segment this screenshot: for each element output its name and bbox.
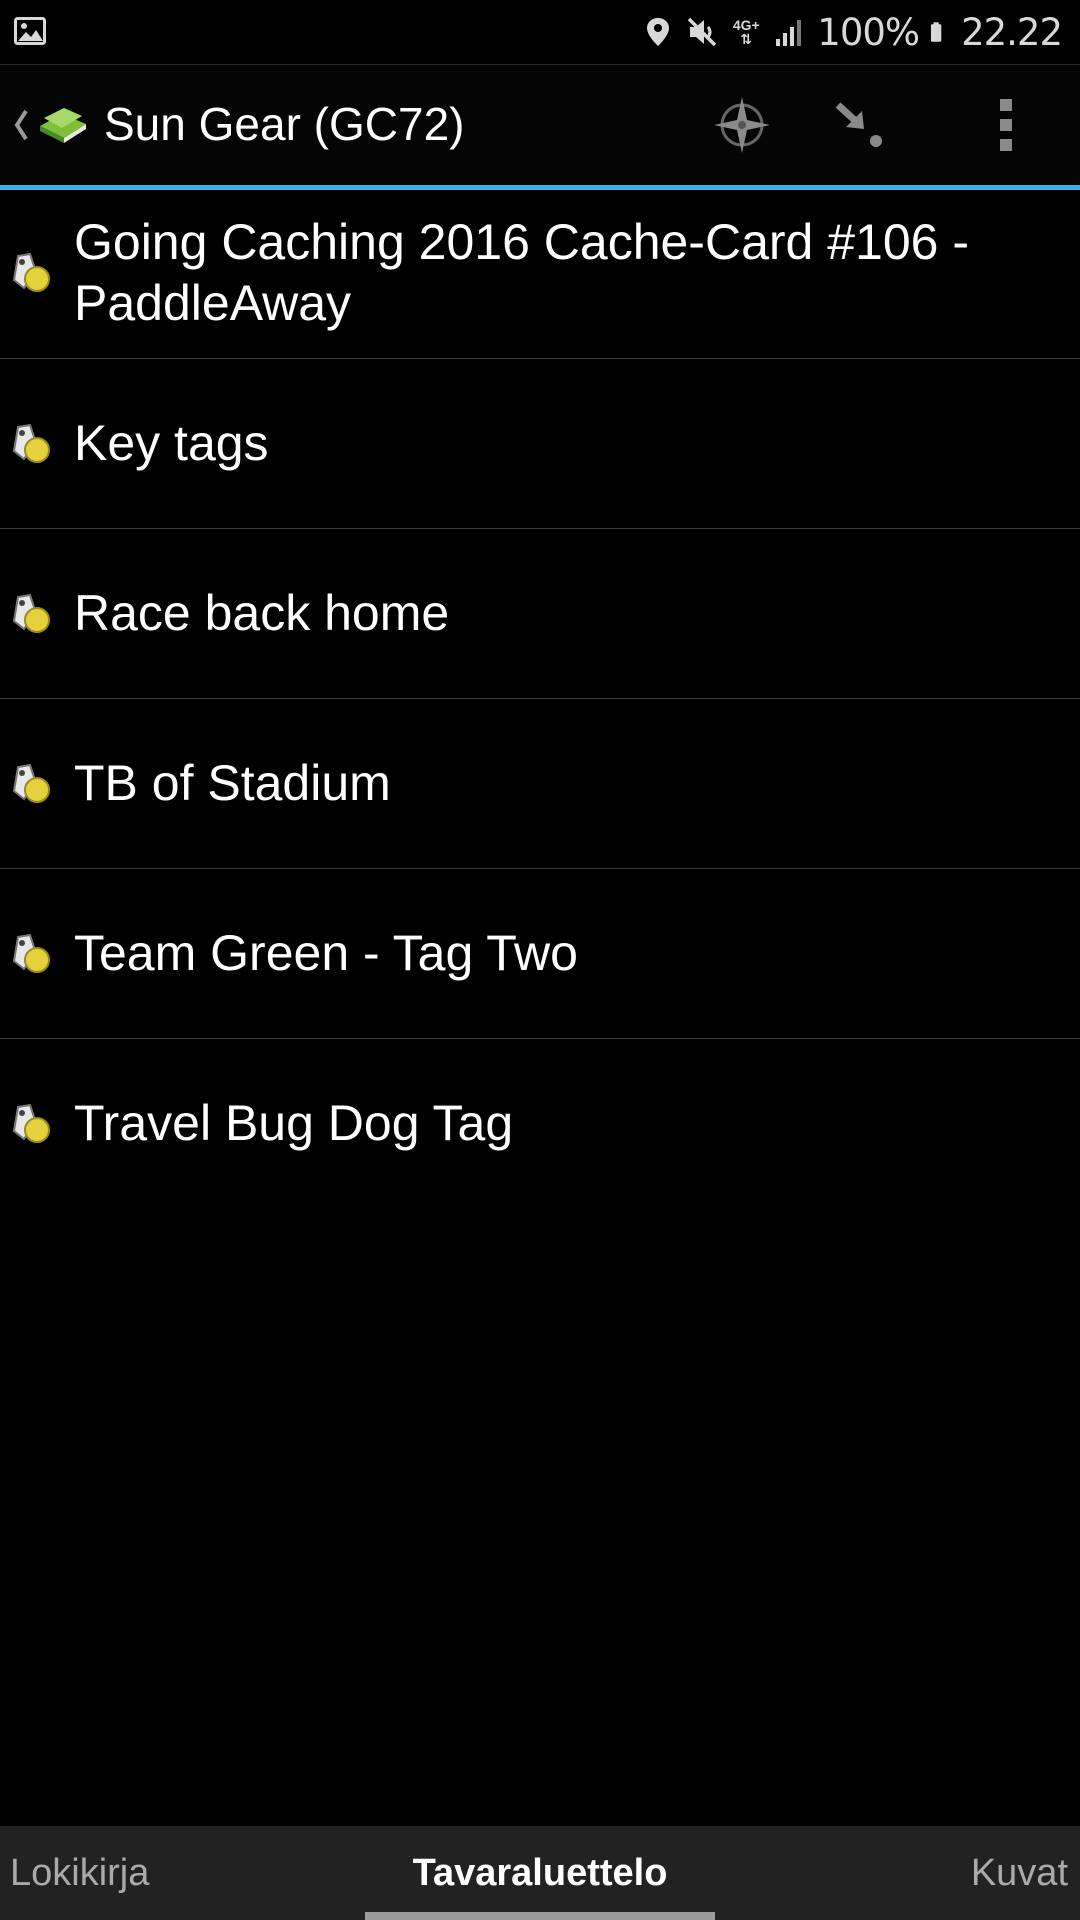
list-item[interactable]: Key tags [0,359,1080,529]
status-indicators: 4G+ ⇅ 100% 22.22 [641,0,1063,64]
item-label: Travel Bug Dog Tag [74,1095,514,1151]
clock: 22.22 [961,10,1063,54]
list-item[interactable]: Race back home [0,529,1080,699]
back-chevron-icon[interactable] [10,105,32,145]
page-title: Sun Gear (GC72) [104,98,465,150]
battery-percent: 100% [817,10,920,54]
status-bar: 4G+ ⇅ 100% 22.22 [0,0,1080,65]
list-item[interactable]: Travel Bug Dog Tag [0,1039,1080,1209]
trackable-icon [12,252,50,292]
list-item[interactable]: Team Green - Tag Two [0,869,1080,1039]
mute-icon [688,17,717,47]
tab-images[interactable]: Kuvat [971,1826,1068,1920]
gallery-icon [14,17,46,45]
inventory-list: Going Caching 2016 Cache-Card #106 - Pad… [0,190,1080,1209]
tab-inventory[interactable]: Tavaraluettelo [0,1826,1080,1920]
overflow-menu-icon [1000,99,1012,151]
network-4g-icon: 4G+ ⇅ [732,17,760,47]
tab-selected-indicator [365,1912,715,1920]
item-label: Going Caching 2016 Cache-Card #106 - Pad… [74,214,969,331]
list-item[interactable]: TB of Stadium [0,699,1080,869]
navigate-icon [835,102,882,147]
trackable-icon [12,593,50,633]
list-item[interactable]: Going Caching 2016 Cache-Card #106 - Pad… [0,190,1080,359]
trackable-icon [12,1103,50,1143]
trackable-icon [12,763,50,803]
item-label: Key tags [74,415,269,471]
trackable-icon [12,423,50,463]
navigate-button[interactable] [824,89,896,161]
overflow-menu-button[interactable] [970,89,1042,161]
trackable-icon [12,933,50,973]
action-bar: Sun Gear (GC72) [0,65,1080,190]
compass-icon [714,97,770,153]
tab-bar: Tavaraluettelo Lokikirja Kuvat [0,1826,1080,1920]
item-label: Team Green - Tag Two [74,925,578,981]
item-label: Race back home [74,585,450,641]
book-icon[interactable] [36,100,90,146]
signal-icon [776,20,802,46]
compass-button[interactable] [706,89,778,161]
location-icon [647,18,670,46]
item-label: TB of Stadium [74,755,391,811]
tab-logbook[interactable]: Lokikirja [10,1826,149,1920]
battery-icon [931,22,942,42]
